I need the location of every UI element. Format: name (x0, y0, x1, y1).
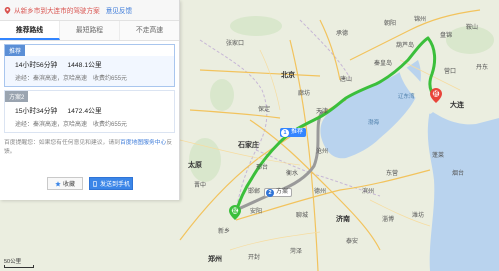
plan-toll: 收费约655元 (93, 122, 128, 128)
city-anyang: 安阳 (250, 209, 263, 215)
city-shijiazhuang: 石家庄 (238, 142, 259, 149)
city-huludao: 葫芦岛 (396, 43, 415, 49)
location-pin-icon (4, 6, 11, 14)
city-xinxiang: 新乡 (218, 229, 231, 235)
city-liaocheng: 聊城 (296, 213, 309, 219)
tab-shortest[interactable]: 最短路程 (60, 21, 120, 40)
city-penglai: 蓬莱 (432, 153, 445, 159)
route-panel: 从新乡市到大连市的驾驶方案 意见反馈 推荐路线 最短路程 不走高速 推荐 14小… (0, 0, 180, 200)
route-number-badge: 1 (281, 128, 289, 137)
city-tangshan: 唐山 (340, 77, 353, 83)
city-zhengzhou: 郑州 (208, 256, 222, 263)
city-weifang: 潍坊 (412, 213, 425, 219)
route-number-badge: 2 (266, 188, 274, 197)
plan-duration: 14小时56分钟 (15, 62, 58, 69)
feedback-notice: 百度提醒您：如果您有任何意见和建议，请到百度地图服务中心反馈。 (4, 139, 175, 157)
phone-icon (93, 180, 97, 187)
city-binzhou: 滨州 (362, 189, 375, 195)
route-plan-1[interactable]: 推荐 14小时56分钟 1448.1公里 途经：秦滨高速，京哈高速 收费约655… (4, 44, 175, 87)
city-yantai: 烟台 (452, 171, 465, 177)
sea-label-bohai: 渤海 (368, 120, 380, 126)
city-tianjin: 天津 (316, 109, 329, 115)
city-yingkou: 营口 (444, 69, 457, 75)
city-baoding: 保定 (258, 107, 271, 113)
tab-no-highway[interactable]: 不走高速 (120, 21, 179, 40)
city-dezhou: 德州 (314, 189, 327, 195)
send-to-phone-button[interactable]: 发送到手机 (89, 177, 133, 190)
route-plan-2[interactable]: 方案2 15小时34分钟 1472.4公里 途经：秦滨高速，京哈高速 收费约65… (4, 90, 175, 133)
city-jinzhong: 晋中 (194, 183, 207, 189)
favorite-button[interactable]: 收藏 (47, 177, 83, 190)
route-label-secondary[interactable]: 2 方案 (264, 188, 293, 197)
city-heze: 菏泽 (290, 249, 303, 255)
route-title: 从新乡市到大连市的驾驶方案 (14, 8, 100, 15)
city-zibo: 淄博 (382, 217, 395, 223)
city-kaifeng: 开封 (248, 255, 261, 261)
send-to-phone-label: 发送到手机 (99, 182, 130, 188)
city-taian: 泰安 (346, 239, 359, 245)
city-cangzhou: 沧州 (316, 149, 329, 155)
scale-label: 50公里 (4, 259, 22, 265)
city-dalian: 大连 (450, 102, 464, 109)
route-tabs: 推荐路线 最短路程 不走高速 (0, 21, 179, 41)
service-center-link[interactable]: 百度地图服务中心 (120, 140, 166, 146)
plan-distance: 1472.4公里 (67, 108, 102, 115)
tab-recommended[interactable]: 推荐路线 (0, 21, 60, 40)
city-xingtai: 邢台 (256, 165, 269, 171)
route-label-primary[interactable]: 1 推荐 (280, 128, 307, 137)
city-panjin: 盘锦 (440, 33, 453, 39)
city-chengde: 承德 (336, 31, 349, 37)
star-icon (55, 180, 61, 187)
city-handan: 邯郸 (248, 189, 261, 195)
route-label-text: 方案 (276, 189, 289, 195)
city-qinhuangdao: 秦皇岛 (374, 61, 393, 67)
plan-via: 途经：秦滨高速，京哈高速 (15, 122, 88, 128)
panel-header: 从新乡市到大连市的驾驶方案 意见反馈 (0, 0, 179, 21)
route-label-text: 推荐 (291, 129, 304, 135)
plan-via: 途经：秦滨高速，京哈高速 (15, 76, 88, 82)
plan-tag: 方案2 (5, 91, 29, 102)
city-jinzhou: 锦州 (414, 17, 427, 23)
end-marker-icon[interactable]: 终 (430, 88, 442, 103)
city-anshan: 鞍山 (466, 25, 479, 31)
yellow-sea (427, 110, 499, 271)
feedback-notice-text: 百度提醒您：如果您有任何意见和建议，请到 (4, 140, 120, 146)
map-scale: 50公里 (4, 257, 34, 268)
city-chaoyang: 朝阳 (384, 21, 397, 27)
city-hengshui: 衡水 (286, 171, 299, 177)
city-dandong: 丹东 (476, 65, 489, 71)
city-langfang: 廊坊 (298, 91, 311, 97)
panel-actions: 收藏 发送到手机 (0, 177, 180, 190)
city-taiyuan: 太原 (188, 162, 202, 169)
plan-tag: 推荐 (5, 45, 26, 56)
plan-distance: 1448.1公里 (67, 62, 102, 69)
city-dongying: 东营 (386, 171, 399, 177)
plan-duration: 15小时34分钟 (15, 108, 58, 115)
plan-toll: 收费约655元 (93, 76, 128, 82)
svg-text:终: 终 (432, 90, 439, 97)
sea-label-liaodong: 辽东湾 (398, 94, 415, 100)
feedback-link[interactable]: 意见反馈 (106, 5, 132, 15)
svg-text:起: 起 (231, 207, 238, 214)
city-zhangjiakou: 张家口 (226, 41, 245, 47)
city-beijing: 北京 (281, 72, 295, 79)
start-marker-icon[interactable]: 起 (229, 205, 241, 220)
city-jinan: 济南 (336, 216, 350, 223)
scale-bar (4, 265, 34, 268)
favorite-label: 收藏 (62, 182, 75, 188)
